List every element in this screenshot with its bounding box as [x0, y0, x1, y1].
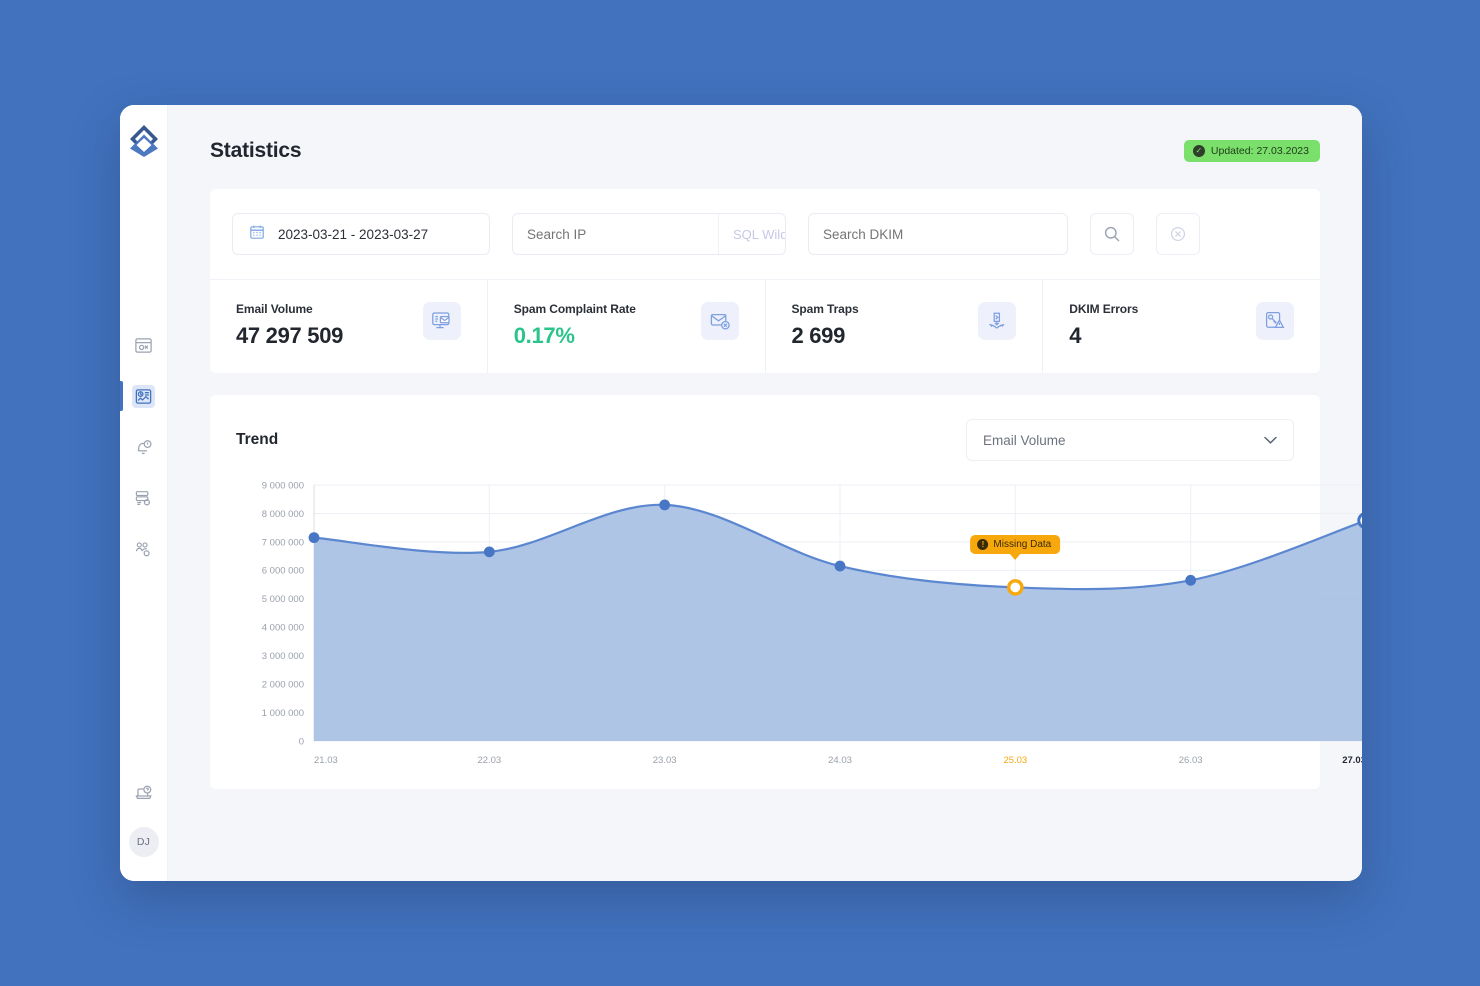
- kpi-card-spam-complaint-rate: Spam Complaint Rate 0.17%: [488, 280, 766, 373]
- brand-logo[interactable]: [125, 122, 163, 160]
- missing-data-label: Missing Data: [993, 539, 1052, 551]
- sql-wildcard-dropdown[interactable]: SQL Wildcard (%): [718, 214, 786, 254]
- kpi-label: DKIM Errors: [1069, 302, 1139, 316]
- user-avatar[interactable]: DJ: [128, 827, 159, 857]
- search-dkim-field[interactable]: [808, 213, 1068, 255]
- svg-text:3 000 000: 3 000 000: [262, 651, 304, 662]
- avatar-initials: DJ: [136, 836, 151, 848]
- chevron-down-icon: [1264, 436, 1277, 444]
- calendar-icon: [249, 224, 265, 245]
- svg-text:22.03: 22.03: [477, 755, 501, 766]
- svg-text:0: 0: [299, 736, 304, 747]
- svg-text:21.03: 21.03: [314, 755, 338, 766]
- page-header: Statistics ✓ Updated: 27.03.2023: [210, 131, 1320, 171]
- server-settings-icon: [132, 487, 155, 510]
- svg-text:23.03: 23.03: [653, 755, 677, 766]
- diamond-logo-icon: [129, 125, 158, 157]
- svg-text:8 000 000: 8 000 000: [262, 509, 304, 520]
- sidebar-item-dashboard[interactable]: [120, 330, 168, 360]
- svg-text:26.03: 26.03: [1179, 755, 1203, 766]
- sidebar-bottom: DJ: [120, 779, 168, 857]
- sidebar: DJ: [120, 105, 168, 881]
- dashboard-window-icon: [132, 334, 155, 357]
- missing-data-tooltip: ! Missing Data: [970, 535, 1061, 555]
- sidebar-item-help[interactable]: [120, 779, 168, 809]
- svg-text:7 000 000: 7 000 000: [262, 537, 304, 548]
- sidebar-item-servers[interactable]: [120, 483, 168, 513]
- trend-chart: 0 1 000 000 2 000 000 3 000 000 4 000 000 5 0…: [236, 477, 1362, 777]
- sidebar-item-alerts[interactable]: [120, 432, 168, 462]
- status-badge: ✓ Updated: 27.03.2023: [1183, 140, 1320, 162]
- alert-bell-icon: [132, 436, 155, 459]
- monitor-mail-icon: [422, 302, 461, 340]
- sidebar-item-users[interactable]: [120, 534, 168, 564]
- kpi-value: 2 699: [791, 323, 846, 348]
- svg-text:9 000 000: 9 000 000: [262, 480, 304, 491]
- info-circle-icon: !: [977, 539, 989, 551]
- sql-wildcard-label: SQL Wildcard (%): [733, 226, 786, 242]
- trend-title: Trend: [236, 431, 279, 448]
- kpi-label: Spam Complaint Rate: [513, 302, 636, 316]
- kpi-card-spam-traps: Spam Traps 2 699: [766, 280, 1044, 373]
- search-ip-input[interactable]: [513, 214, 718, 254]
- page-title: Statistics: [210, 139, 302, 162]
- search-dkim-input[interactable]: [823, 226, 1053, 242]
- status-badge-label: Updated: 27.03.2023: [1210, 145, 1309, 157]
- trend-header: Trend Email Volume: [236, 419, 1294, 461]
- key-warning-icon: [1256, 302, 1294, 340]
- trend-chart-svg: 0 1 000 000 2 000 000 3 000 000 4 000 000 5 0…: [262, 480, 1362, 766]
- laptop-help-icon: [132, 783, 155, 806]
- clear-filters-button[interactable]: [1156, 213, 1200, 255]
- svg-text:27.03: 27.03: [1342, 755, 1362, 766]
- ip-search-group: SQL Wildcard (%): [512, 213, 786, 255]
- date-range-picker[interactable]: 2023-03-21 - 2023-03-27: [232, 213, 490, 255]
- metric-select[interactable]: Email Volume: [966, 419, 1294, 461]
- kpi-card-dkim-errors: DKIM Errors 4: [1043, 280, 1320, 373]
- kpi-value: 4: [1069, 323, 1082, 348]
- kpi-value: 47 297 509: [236, 323, 344, 348]
- svg-text:6 000 000: 6 000 000: [262, 566, 304, 577]
- svg-text:25.03: 25.03: [1003, 755, 1027, 766]
- svg-text:5 000 000: 5 000 000: [262, 594, 304, 605]
- date-range-value: 2023-03-21 - 2023-03-27: [278, 226, 429, 242]
- app-window: DJ Statistics ✓ Updated: 27.03.2023 2023…: [120, 105, 1362, 881]
- search-button[interactable]: [1090, 213, 1134, 255]
- search-icon: [1104, 226, 1120, 242]
- main-content: Statistics ✓ Updated: 27.03.2023 2023-03…: [168, 105, 1362, 881]
- users-settings-icon: [132, 538, 155, 561]
- trend-card: Trend Email Volume 0 1 000 000 2 000 000 3 …: [210, 395, 1362, 789]
- clear-circle-x-icon: [1170, 226, 1186, 242]
- kpi-card-email-volume: Email Volume 47 297 509: [210, 280, 488, 373]
- mail-blocked-icon: [700, 302, 739, 340]
- filter-bar: 2023-03-21 - 2023-03-27 SQL Wildcard (%): [210, 189, 1320, 279]
- statistics-chart-icon: [132, 384, 155, 408]
- metric-select-value: Email Volume: [983, 432, 1066, 448]
- kpi-row: Email Volume 47 297 509 Spam Complaint R…: [210, 279, 1320, 373]
- svg-text:2 000 000: 2 000 000: [262, 680, 304, 691]
- kpi-value: 0.17%: [513, 323, 575, 348]
- svg-text:24.03: 24.03: [828, 755, 852, 766]
- sidebar-nav: [120, 330, 167, 564]
- svg-text:4 000 000: 4 000 000: [262, 623, 304, 634]
- kpi-label: Spam Traps: [791, 302, 859, 316]
- trap-download-icon: [978, 302, 1017, 340]
- kpi-label: Email Volume: [236, 302, 313, 316]
- svg-text:1 000 000: 1 000 000: [262, 708, 304, 719]
- sidebar-item-statistics[interactable]: [120, 381, 168, 411]
- check-circle-icon: ✓: [1192, 145, 1205, 157]
